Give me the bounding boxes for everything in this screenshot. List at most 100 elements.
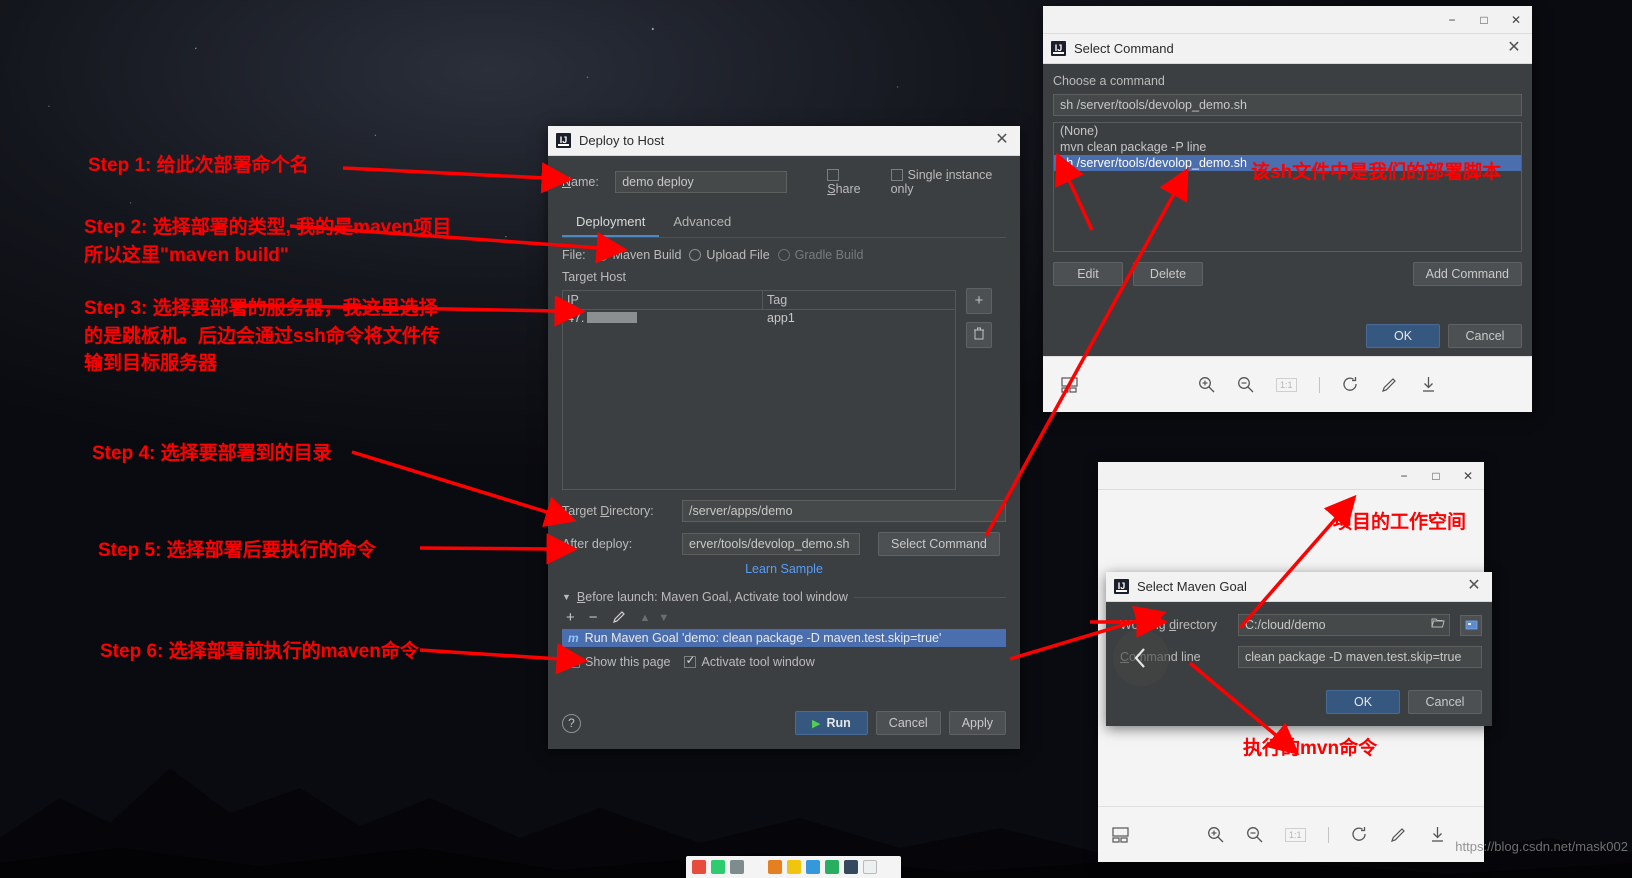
actual-size-icon[interactable]: 1:1 [1276,377,1297,392]
cancel-button[interactable]: Cancel [1448,324,1522,348]
taskbar-item-2[interactable] [711,860,725,874]
list-item[interactable]: mvn clean package -P line [1054,139,1521,155]
add-task-icon[interactable]: + [566,609,575,626]
edit-icon[interactable] [1381,376,1398,393]
edit-task-icon[interactable] [612,609,626,626]
share-checkbox-box[interactable] [827,169,840,181]
select-command-button[interactable]: Select Command [878,532,1000,556]
edit-icon[interactable] [1390,826,1407,843]
tab-deployment[interactable]: Deployment [562,210,660,237]
radio-upload-file[interactable]: Upload File [689,248,770,262]
collapse-triangle-icon[interactable]: ▼ [562,592,571,602]
window-close-icon[interactable]: ✕ [1500,7,1532,33]
ok-button[interactable]: OK [1366,324,1440,348]
zoom-in-icon[interactable] [1198,376,1215,393]
zoom-in-icon[interactable] [1207,826,1224,843]
taskbar-item-3[interactable] [730,860,744,874]
choose-command-label: Choose a command [1053,74,1165,88]
radio-maven-build-dot[interactable] [595,249,608,261]
host-table-area: IP Tag 47. app1 + [562,286,1006,490]
download-icon[interactable] [1420,376,1437,393]
edit-button[interactable]: Edit [1053,262,1123,286]
maximize-icon[interactable]: □ [1468,7,1500,33]
target-directory-input[interactable] [682,500,1006,522]
apply-button[interactable]: Apply [948,711,1006,735]
show-this-page-box[interactable] [568,656,580,668]
maximize-icon[interactable]: □ [1420,463,1452,489]
command-list[interactable]: (None) mvn clean package -P line sh /ser… [1053,122,1522,252]
rotate-icon[interactable] [1351,826,1368,843]
table-header: IP Tag [563,291,955,310]
show-this-page-checkbox[interactable]: Show this page [568,655,670,669]
ok-button[interactable]: OK [1326,690,1400,714]
single-instance-checkbox[interactable]: Single instance only [890,168,1006,196]
command-input[interactable] [1053,94,1522,116]
after-deploy-row: After deploy: Select Command [562,532,1006,556]
window-chrome: − □ ✕ [1043,6,1532,34]
window-close-icon[interactable]: ✕ [1452,463,1484,489]
activate-tool-window-box[interactable] [684,653,697,668]
add-command-button[interactable]: Add Command [1412,262,1522,286]
single-instance-checkbox-box[interactable] [890,169,903,181]
target-host-table[interactable]: IP Tag 47. app1 [562,290,956,490]
deploy-dialog-body: Name: Share Single instance only Deploym… [548,156,1020,749]
activate-tool-window-checkbox[interactable]: Activate tool window [684,653,815,669]
tab-advanced[interactable]: Advanced [659,210,745,237]
radio-maven-build[interactable]: Maven Build [595,248,681,262]
help-button[interactable]: ? [562,713,581,733]
close-icon[interactable]: ✕ [992,131,1012,151]
taskbar-item-7[interactable] [825,860,839,874]
back-arrow-icon[interactable] [1113,630,1169,686]
annotation-workspace-note: 项目的工作空间 [1333,512,1467,533]
learn-sample-row: Learn Sample [562,562,1006,576]
learn-sample-link[interactable]: Learn Sample [745,562,823,576]
taskbar-item-5[interactable] [787,860,801,874]
viewer-toolbar: 1:1 [1043,356,1532,412]
watermark: https://blog.csdn.net/mask002 [1455,839,1628,854]
table-row[interactable]: 47. app1 [563,310,955,326]
taskbar-item-6[interactable] [806,860,820,874]
minimize-icon[interactable]: − [1436,7,1468,33]
taskbar-item-9[interactable] [863,860,877,874]
share-checkbox[interactable]: Share [827,168,872,196]
close-icon[interactable]: ✕ [1464,577,1484,597]
layout-icon[interactable] [1112,826,1129,843]
deploy-to-host-dialog: IJ Deploy to Host ✕ Name: Share Single i… [548,126,1020,749]
zoom-out-icon[interactable] [1237,376,1254,393]
maven-goal-footer: OK Cancel [1120,690,1482,714]
remove-task-icon[interactable]: − [589,609,598,626]
taskbar-item-8[interactable] [844,860,858,874]
redacted-ip [587,312,638,323]
cancel-button[interactable]: Cancel [1408,690,1482,714]
taskbar-item-1[interactable] [692,860,706,874]
taskbar [686,856,901,878]
before-launch-task-item[interactable]: m Run Maven Goal 'demo: clean package -D… [562,629,1006,647]
move-down-icon: ▼ [658,611,670,624]
command-line-input[interactable] [1238,646,1482,668]
delete-host-button[interactable] [966,322,992,348]
working-directory-input[interactable] [1238,614,1450,636]
radio-upload-file-dot[interactable] [689,249,702,261]
folder-icon[interactable] [1431,617,1445,632]
layout-icon[interactable] [1061,376,1078,393]
delete-button[interactable]: Delete [1133,262,1203,286]
rotate-icon[interactable] [1342,376,1359,393]
download-icon[interactable] [1429,826,1446,843]
module-icon[interactable] [1460,614,1482,636]
taskbar-item-4[interactable] [768,860,782,874]
close-icon[interactable]: ✕ [1504,39,1524,59]
cell-tag: app1 [767,311,795,325]
add-host-button[interactable]: + [966,288,992,314]
after-deploy-input[interactable] [682,533,860,555]
run-button[interactable]: ▶ Run [795,711,868,735]
before-launch-title: Before launch: Maven Goal, Activate tool… [576,590,848,604]
minimize-icon[interactable]: − [1388,463,1420,489]
command-line-row: Command line [1120,646,1482,668]
zoom-out-icon[interactable] [1246,826,1263,843]
actual-size-icon[interactable]: 1:1 [1285,827,1306,842]
annotation-step5: Step 5: 选择部署后要执行的命令 [98,540,376,561]
intellij-icon: IJ [556,133,571,148]
cancel-button[interactable]: Cancel [875,711,941,735]
list-item[interactable]: (None) [1054,123,1521,139]
name-input[interactable] [615,171,788,193]
